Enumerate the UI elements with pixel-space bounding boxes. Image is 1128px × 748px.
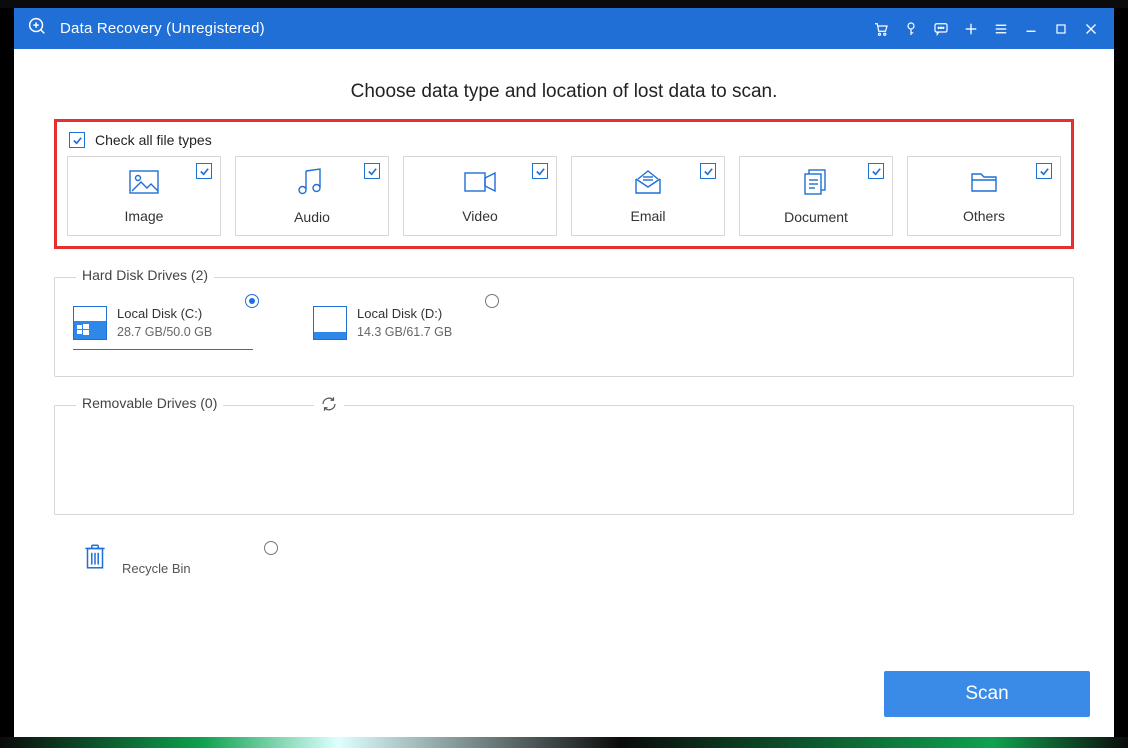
- app-title: Data Recovery (Unregistered): [60, 20, 265, 37]
- file-type-grid: Image Audio Video Email Document Others: [67, 156, 1061, 236]
- removable-group: Removable Drives (0): [54, 405, 1074, 515]
- app-window: Data Recovery (Unregistered) Choose data…: [14, 8, 1114, 737]
- page-heading: Choose data type and location of lost da…: [54, 81, 1074, 103]
- file-type-label: Image: [125, 208, 164, 224]
- removable-legend: Removable Drives (0): [76, 395, 223, 411]
- file-type-others[interactable]: Others: [907, 156, 1061, 236]
- check-all-row[interactable]: Check all file types: [67, 128, 1061, 156]
- app-logo-icon: [26, 15, 48, 42]
- document-icon: [801, 168, 831, 201]
- file-type-email[interactable]: Email: [571, 156, 725, 236]
- refresh-icon[interactable]: [314, 395, 344, 418]
- hard-disk-drives-row: Local Disk (C:)28.7 GB/50.0 GBLocal Disk…: [73, 302, 1055, 340]
- minimize-icon[interactable]: [1016, 8, 1046, 49]
- file-type-label: Email: [630, 208, 665, 224]
- email-icon: [632, 169, 664, 200]
- image-checkbox[interactable]: [196, 163, 212, 179]
- disk-icon: [73, 306, 107, 340]
- key-icon[interactable]: [896, 8, 926, 49]
- recycle-bin-radio[interactable]: [264, 541, 278, 555]
- drive-radio-1[interactable]: [485, 294, 499, 308]
- file-type-label: Video: [462, 208, 498, 224]
- close-icon[interactable]: [1076, 8, 1106, 49]
- file-type-label: Document: [784, 209, 848, 225]
- file-types-panel: Check all file types Image Audio Video Emai…: [54, 119, 1074, 249]
- email-checkbox[interactable]: [700, 163, 716, 179]
- file-type-document[interactable]: Document: [739, 156, 893, 236]
- audio-checkbox[interactable]: [364, 163, 380, 179]
- check-all-label: Check all file types: [95, 132, 212, 148]
- scan-button[interactable]: Scan: [884, 671, 1090, 717]
- document-checkbox[interactable]: [868, 163, 884, 179]
- file-type-image[interactable]: Image: [67, 156, 221, 236]
- trash-icon: [82, 541, 108, 576]
- drive-size: 28.7 GB/50.0 GB: [117, 325, 212, 339]
- file-type-label: Others: [963, 208, 1005, 224]
- file-type-label: Audio: [294, 209, 330, 225]
- audio-icon: [296, 168, 328, 201]
- drive-0[interactable]: Local Disk (C:) 28.7 GB/50.0 GB: [73, 302, 253, 340]
- feedback-icon[interactable]: [926, 8, 956, 49]
- hard-disk-legend: Hard Disk Drives (2): [76, 267, 214, 283]
- image-icon: [128, 169, 160, 200]
- maximize-icon[interactable]: [1046, 8, 1076, 49]
- content-area: Choose data type and location of lost da…: [14, 49, 1114, 737]
- drive-size: 14.3 GB/61.7 GB: [357, 325, 452, 339]
- check-all-checkbox[interactable]: [69, 132, 85, 148]
- titlebar: Data Recovery (Unregistered): [14, 8, 1114, 49]
- drive-1[interactable]: Local Disk (D:) 14.3 GB/61.7 GB: [313, 302, 493, 340]
- disk-icon: [313, 306, 347, 340]
- cart-icon[interactable]: [866, 8, 896, 49]
- drive-name: Local Disk (C:): [117, 306, 212, 321]
- recycle-bin-row[interactable]: Recycle Bin: [54, 541, 1074, 576]
- recycle-bin-label: Recycle Bin: [122, 561, 191, 576]
- others-icon: [968, 169, 1000, 200]
- video-checkbox[interactable]: [532, 163, 548, 179]
- drive-radio-0[interactable]: [245, 294, 259, 308]
- menu-icon[interactable]: [986, 8, 1016, 49]
- others-checkbox[interactable]: [1036, 163, 1052, 179]
- hard-disk-group: Hard Disk Drives (2) Local Disk (C:)28.7…: [54, 277, 1074, 377]
- drive-name: Local Disk (D:): [357, 306, 452, 321]
- video-icon: [463, 169, 497, 200]
- file-type-audio[interactable]: Audio: [235, 156, 389, 236]
- file-type-video[interactable]: Video: [403, 156, 557, 236]
- plus-icon[interactable]: [956, 8, 986, 49]
